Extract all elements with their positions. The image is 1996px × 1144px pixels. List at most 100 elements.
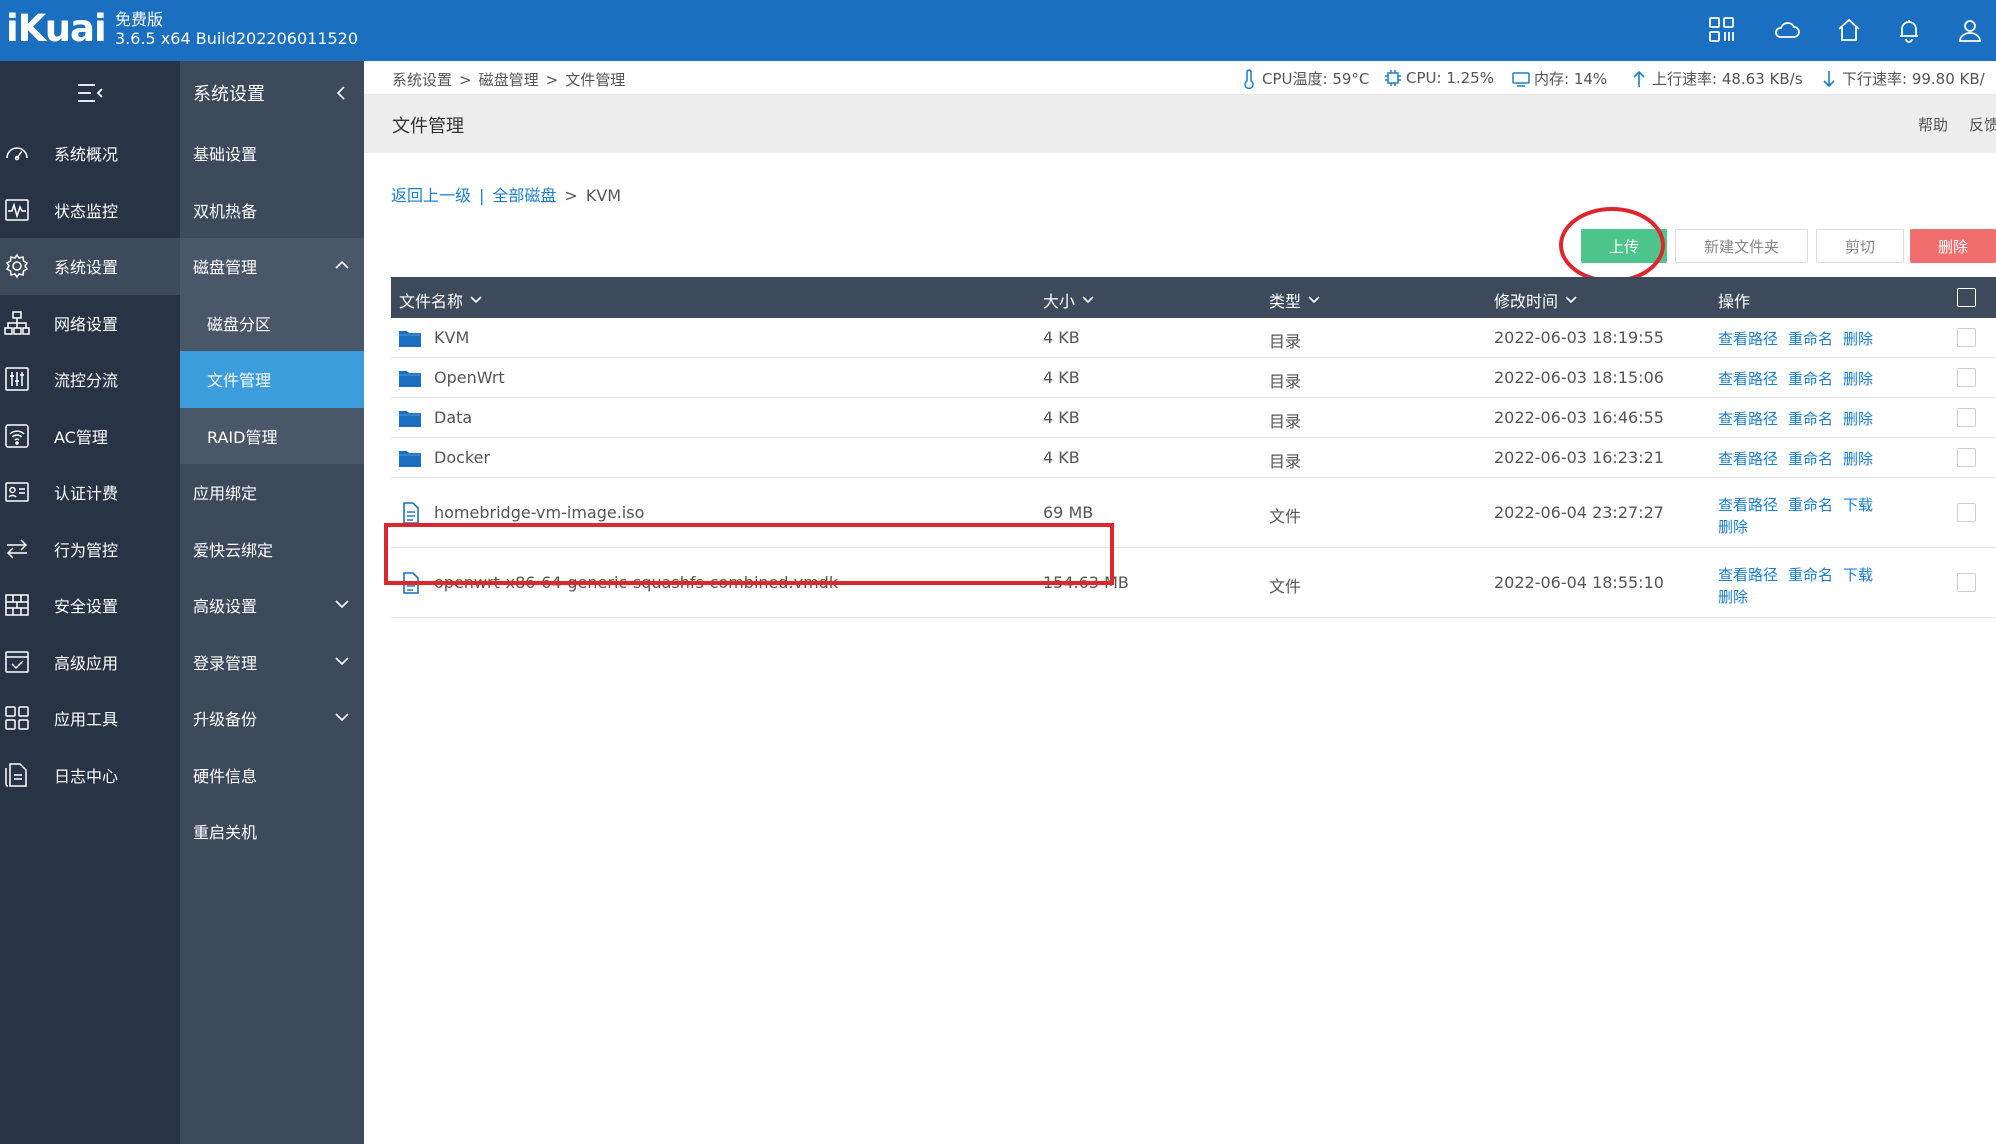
nav-item[interactable]: 系统概况 xyxy=(0,125,180,182)
file-name[interactable]: homebridge-vm-image.iso xyxy=(434,503,644,522)
row-action-link[interactable]: 重命名 xyxy=(1788,370,1833,388)
nav-item[interactable]: 高级应用 xyxy=(0,634,180,691)
nav-item[interactable]: 认证计费 xyxy=(0,464,180,521)
row-action-link[interactable]: 查看路径 xyxy=(1718,370,1778,388)
secondary-nav-item[interactable]: 基础设置 xyxy=(180,125,364,182)
folder-icon xyxy=(399,331,421,347)
row-action-link[interactable]: 下载 xyxy=(1843,566,1873,584)
chevron-down-icon xyxy=(335,656,349,665)
row-action-link[interactable]: 重命名 xyxy=(1788,330,1833,348)
file-type: 文件 xyxy=(1269,577,1302,596)
nav-item[interactable]: AC管理 xyxy=(0,408,180,465)
file-name[interactable]: openwrt-x86-64-generic-squashfs-combined… xyxy=(434,573,838,592)
row-action-link[interactable]: 查看路径 xyxy=(1718,410,1778,428)
bell-icon[interactable] xyxy=(1893,14,1925,46)
column-header-type[interactable]: 类型 xyxy=(1269,288,1321,312)
row-action-link[interactable]: 查看路径 xyxy=(1718,566,1778,584)
secondary-nav-item-label: 磁盘分区 xyxy=(207,314,272,334)
nav-item[interactable]: 应用工具 xyxy=(0,690,180,747)
row-checkbox[interactable] xyxy=(1957,573,1976,592)
secondary-nav-item[interactable]: 磁盘管理 xyxy=(180,238,364,295)
row-action-link[interactable]: 查看路径 xyxy=(1718,496,1778,514)
cut-button[interactable]: 剪切 xyxy=(1816,229,1904,263)
row-actions: 查看路径 重命名 删除 xyxy=(1718,368,1883,389)
user-icon[interactable] xyxy=(1954,14,1986,46)
secondary-nav-item[interactable]: 爱快云绑定 xyxy=(180,521,364,578)
secondary-nav-item[interactable]: 高级设置 xyxy=(180,577,364,634)
new-folder-button[interactable]: 新建文件夹 xyxy=(1675,229,1808,263)
upload-button[interactable]: 上传 xyxy=(1581,229,1667,263)
secondary-nav-item[interactable]: 重启关机 xyxy=(180,803,364,860)
column-header-mtime[interactable]: 修改时间 xyxy=(1494,288,1578,312)
file-name[interactable]: Docker xyxy=(434,448,490,467)
secondary-nav-item[interactable]: 双机热备 xyxy=(180,182,364,239)
row-action-link[interactable]: 删除 xyxy=(1718,588,1748,606)
table-row[interactable]: Data 4 KB 目录 2022-06-03 16:46:55 查看路径 重命名 删除 xyxy=(391,398,1996,438)
row-checkbox[interactable] xyxy=(1957,328,1976,347)
subnav-item[interactable]: 文件管理 xyxy=(180,351,364,408)
row-action-link[interactable]: 下载 xyxy=(1843,496,1873,514)
nav-item[interactable]: 状态监控 xyxy=(0,182,180,239)
back-link[interactable]: 返回上一级 xyxy=(391,186,471,205)
breadcrumb-item[interactable]: 系统设置 xyxy=(392,71,452,89)
nav-item[interactable]: 日志中心 xyxy=(0,747,180,804)
row-checkbox[interactable] xyxy=(1957,408,1976,427)
row-action-link[interactable]: 删除 xyxy=(1843,330,1873,348)
column-header-size[interactable]: 大小 xyxy=(1043,288,1095,312)
delete-button[interactable]: 删除 xyxy=(1910,229,1996,263)
breadcrumb-arrow: > xyxy=(564,186,578,205)
nav-item-label: 网络设置 xyxy=(54,314,119,334)
row-action-link[interactable]: 查看路径 xyxy=(1718,330,1778,348)
file-name[interactable]: KVM xyxy=(434,328,469,347)
home-icon[interactable] xyxy=(1833,14,1865,46)
chevron-down-icon xyxy=(470,296,482,304)
chevron-left-icon[interactable] xyxy=(334,85,348,101)
breadcrumb-item[interactable]: 磁盘管理 xyxy=(479,71,539,89)
secondary-nav-item[interactable]: 硬件信息 xyxy=(180,747,364,804)
file-size: 154.63 MB xyxy=(1043,573,1129,592)
row-action-link[interactable]: 重命名 xyxy=(1788,450,1833,468)
row-action-link[interactable]: 重命名 xyxy=(1788,496,1833,514)
secondary-nav-item-label: 高级设置 xyxy=(193,597,258,617)
row-action-link[interactable]: 删除 xyxy=(1718,518,1748,536)
table-row[interactable]: Docker 4 KB 目录 2022-06-03 16:23:21 查看路径 重命名 删除 xyxy=(391,438,1996,478)
help-link[interactable]: 帮助 xyxy=(1918,114,1948,135)
row-checkbox[interactable] xyxy=(1957,448,1976,467)
nav-item[interactable]: 行为管控 xyxy=(0,521,180,578)
nav-item[interactable]: 安全设置 xyxy=(0,577,180,634)
subnav-item[interactable]: 磁盘分区 xyxy=(180,294,364,351)
row-action-link[interactable]: 重命名 xyxy=(1788,566,1833,584)
select-all-checkbox[interactable] xyxy=(1957,288,1976,307)
secondary-nav-item[interactable]: 升级备份 xyxy=(180,690,364,747)
file-name[interactable]: OpenWrt xyxy=(434,368,505,387)
row-action-link[interactable]: 删除 xyxy=(1843,370,1873,388)
table-row[interactable]: KVM 4 KB 目录 2022-06-03 18:19:55 查看路径 重命名 删除 xyxy=(391,318,1996,358)
row-actions: 查看路径 重命名 删除 xyxy=(1718,448,1883,469)
nav-item[interactable]: 流控分流 xyxy=(0,351,180,408)
chevron-down-icon xyxy=(1308,296,1320,304)
table-row[interactable]: homebridge-vm-image.iso 69 MB 文件 2022-06-04… xyxy=(391,478,1996,548)
secondary-nav-item[interactable]: 应用绑定 xyxy=(180,464,364,521)
subnav-item[interactable]: RAID管理 xyxy=(180,407,364,464)
file-name[interactable]: Data xyxy=(434,408,472,427)
row-checkbox[interactable] xyxy=(1957,368,1976,387)
row-action-link[interactable]: 删除 xyxy=(1843,450,1873,468)
folder-icon xyxy=(399,371,421,387)
row-action-link[interactable]: 删除 xyxy=(1843,410,1873,428)
all-disks-link[interactable]: 全部磁盘 xyxy=(492,186,556,205)
menu-collapse-toggle[interactable] xyxy=(0,61,180,125)
column-header-name[interactable]: 文件名称 xyxy=(399,288,483,312)
cloud-icon[interactable] xyxy=(1771,14,1803,46)
table-row[interactable]: OpenWrt 4 KB 目录 2022-06-03 18:15:06 查看路径 重命名删… xyxy=(391,358,1996,398)
row-checkbox[interactable] xyxy=(1957,503,1976,522)
feedback-link[interactable]: 反馈 xyxy=(1969,114,1996,135)
nav-item[interactable]: 系统设置 xyxy=(0,238,180,295)
secondary-nav-item[interactable]: 登录管理 xyxy=(180,634,364,691)
file-mtime: 2022-06-03 16:46:55 xyxy=(1494,408,1664,427)
nav-item[interactable]: 网络设置 xyxy=(0,295,180,352)
secondary-nav-item-label: 重启关机 xyxy=(193,823,258,843)
row-action-link[interactable]: 查看路径 xyxy=(1718,450,1778,468)
table-row[interactable]: openwrt-x86-64-generic-squashfs-combined… xyxy=(391,548,1996,618)
row-action-link[interactable]: 重命名 xyxy=(1788,410,1833,428)
apps-grid-icon[interactable] xyxy=(1706,14,1738,46)
